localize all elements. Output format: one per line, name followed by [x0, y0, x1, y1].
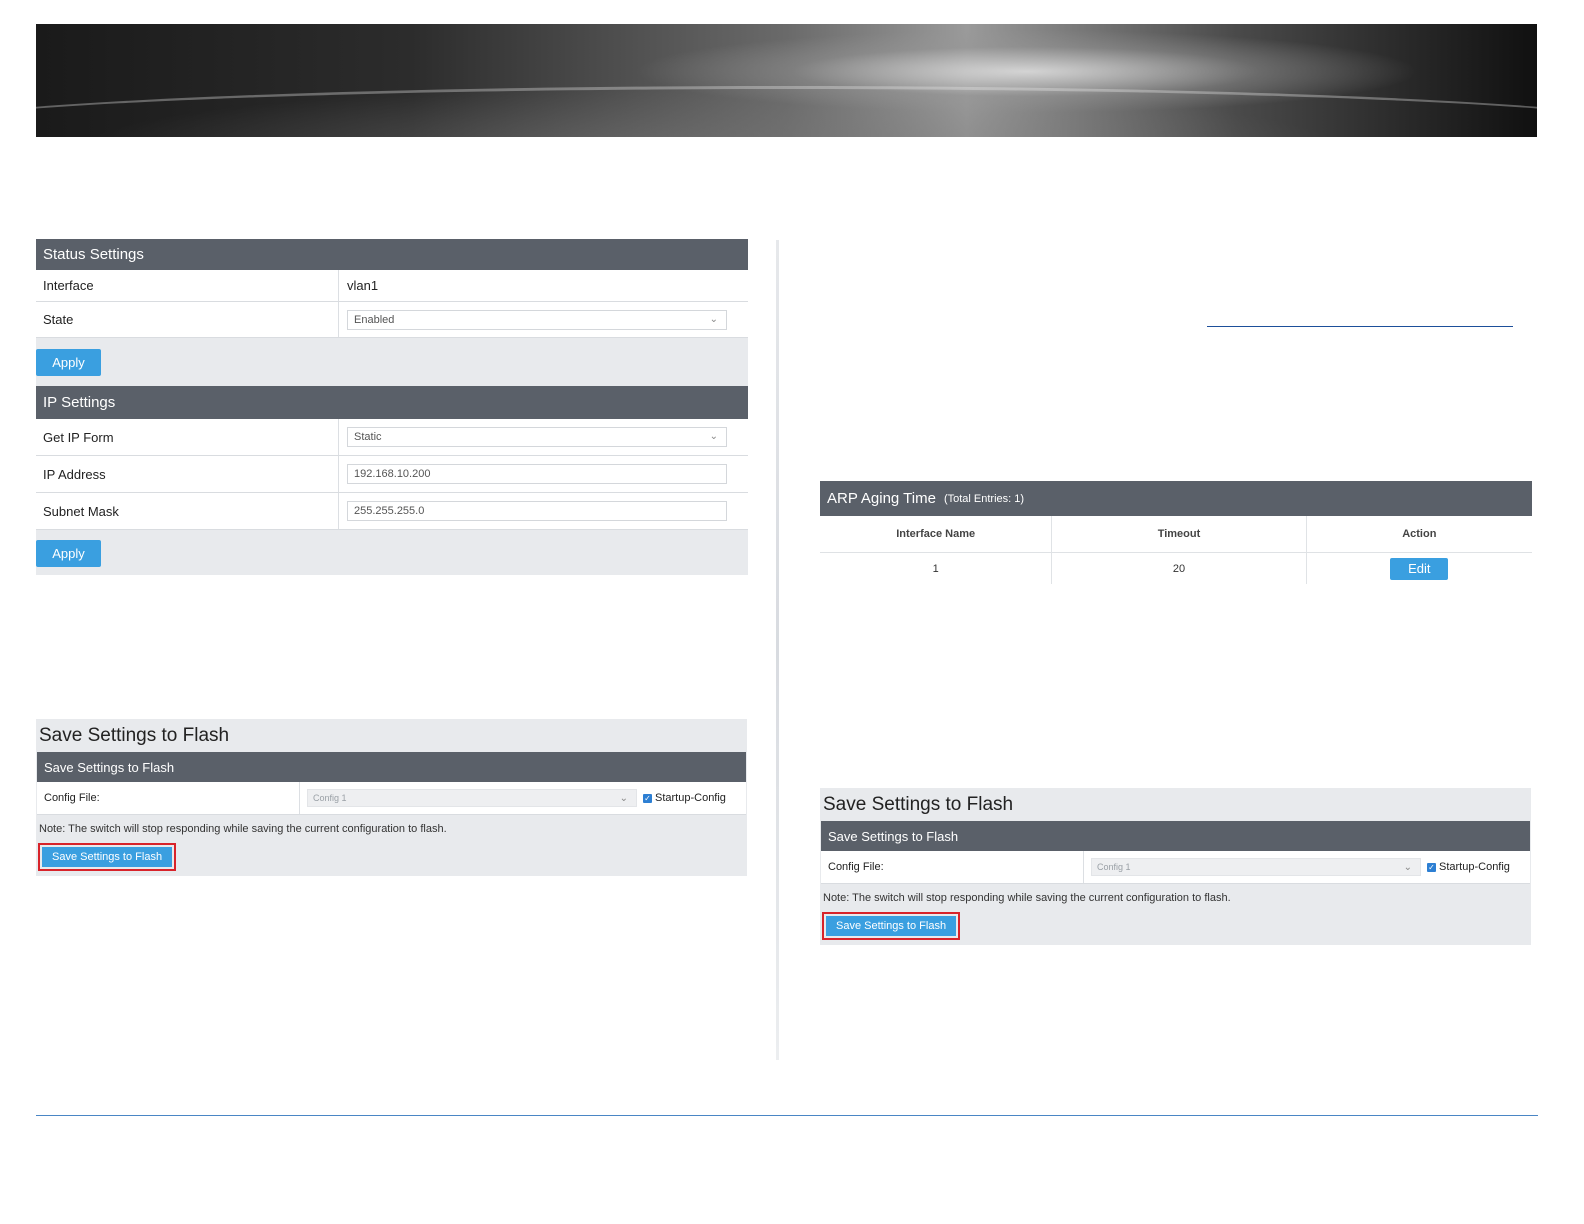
- config-file-label-left: Config File:: [37, 782, 300, 814]
- ip-address-row: IP Address 192.168.10.200: [36, 456, 748, 493]
- subnet-mask-row: Subnet Mask 255.255.255.0: [36, 493, 748, 530]
- config-file-value-right: Config 1: [1097, 862, 1131, 872]
- flash-panel-left: Save Settings to Flash Save Settings to …: [36, 719, 747, 876]
- checkbox-checked-icon[interactable]: ✓: [1427, 862, 1436, 872]
- arp-title: ARP Aging Time: [827, 490, 936, 507]
- arp-row-timeout: 20: [1052, 553, 1307, 584]
- config-file-label-right: Config File:: [821, 851, 1084, 883]
- status-settings-header: Status Settings: [36, 239, 748, 270]
- status-ip-panel: Status Settings Interface vlan1 State En…: [36, 239, 748, 575]
- status-settings-title: Status Settings: [43, 246, 144, 263]
- config-file-select-left[interactable]: Config 1 ⌄: [307, 789, 637, 807]
- arp-table: Interface Name Timeout Action 1 20 Edit: [820, 516, 1532, 584]
- flash-title-left: Save Settings to Flash: [39, 724, 230, 746]
- config-file-value-left: Config 1: [313, 793, 347, 803]
- status-apply-bar: Apply: [36, 338, 748, 386]
- subnet-mask-value: 255.255.255.0: [354, 505, 425, 517]
- get-ip-form-row: Get IP Form Static ⌄: [36, 419, 748, 456]
- ip-address-value: 192.168.10.200: [354, 468, 431, 480]
- chevron-down-icon: ⌄: [709, 313, 718, 325]
- subnet-mask-input[interactable]: 255.255.255.0: [347, 501, 727, 521]
- col-interface-name: Interface Name: [820, 516, 1053, 552]
- status-apply-button[interactable]: Apply: [36, 348, 101, 376]
- chevron-down-icon: ⌄: [1403, 862, 1412, 873]
- state-select[interactable]: Enabled ⌄: [347, 309, 727, 330]
- startup-config-label-right: Startup-Config: [1439, 861, 1510, 873]
- column-divider: [776, 240, 779, 1060]
- subnet-mask-label: Subnet Mask: [36, 493, 339, 529]
- ip-address-input[interactable]: 192.168.10.200: [347, 464, 727, 484]
- state-label: State: [36, 302, 339, 337]
- interface-row: Interface vlan1: [36, 270, 748, 302]
- arp-row-action-cell: Edit: [1307, 553, 1532, 584]
- flash-header-left: Save Settings to Flash: [37, 752, 746, 782]
- arp-entries-count: (Total Entries: 1): [943, 492, 1025, 505]
- save-settings-button-left[interactable]: Save Settings to Flash: [42, 847, 173, 867]
- get-ip-form-select[interactable]: Static ⌄: [347, 427, 727, 447]
- arp-table-header-row: Interface Name Timeout Action: [820, 516, 1532, 553]
- arp-header: ARP Aging Time (Total Entries: 1): [820, 481, 1532, 516]
- chevron-down-icon: ⌄: [619, 793, 628, 804]
- config-file-row-right: Config File: Config 1 ⌄ ✓ Startup-Config: [821, 851, 1530, 884]
- arp-aging-panel: ARP Aging Time (Total Entries: 1) Interf…: [820, 481, 1532, 584]
- header-banner: [36, 24, 1537, 137]
- col-action: Action: [1402, 528, 1437, 540]
- ip-address-label: IP Address: [36, 456, 339, 492]
- ip-settings-title: IP Settings: [43, 394, 116, 411]
- flash-note-right: Note: The switch will stop responding wh…: [823, 892, 1231, 904]
- footer-line: [36, 1115, 1538, 1116]
- flash-title-right: Save Settings to Flash: [823, 793, 1014, 815]
- flash-button-highlight-right: Save Settings to Flash: [822, 912, 961, 940]
- ip-settings-header: IP Settings: [36, 386, 748, 419]
- chevron-down-icon: ⌄: [709, 431, 718, 442]
- link-underline: [1207, 326, 1513, 327]
- flash-button-highlight-left: Save Settings to Flash: [38, 843, 177, 871]
- flash-header-right-text: Save Settings to Flash: [828, 828, 959, 844]
- interface-label: Interface: [36, 270, 339, 301]
- flash-panel-right: Save Settings to Flash Save Settings to …: [820, 788, 1531, 945]
- flash-header-left-text: Save Settings to Flash: [44, 759, 175, 775]
- config-file-select-right[interactable]: Config 1 ⌄: [1091, 858, 1421, 876]
- config-file-row-left: Config File: Config 1 ⌄ ✓ Startup-Config: [37, 782, 746, 815]
- interface-value: vlan1: [347, 278, 379, 293]
- startup-config-label-left: Startup-Config: [655, 792, 726, 804]
- get-ip-form-label: Get IP Form: [36, 419, 339, 455]
- checkbox-checked-icon[interactable]: ✓: [643, 793, 652, 803]
- ip-apply-bar: Apply: [36, 530, 748, 576]
- table-row: 1 20 Edit: [820, 553, 1532, 584]
- edit-button[interactable]: Edit: [1390, 557, 1449, 580]
- save-settings-button-right[interactable]: Save Settings to Flash: [826, 916, 957, 936]
- arp-row-interface: 1: [820, 553, 1053, 584]
- flash-header-right: Save Settings to Flash: [821, 821, 1530, 851]
- get-ip-form-value: Static: [354, 431, 382, 443]
- flash-note-left: Note: The switch will stop responding wh…: [39, 823, 447, 835]
- state-select-value: Enabled: [354, 313, 395, 326]
- ip-apply-button[interactable]: Apply: [36, 539, 101, 567]
- col-timeout: Timeout: [1052, 516, 1307, 552]
- state-row: State Enabled ⌄: [36, 302, 748, 338]
